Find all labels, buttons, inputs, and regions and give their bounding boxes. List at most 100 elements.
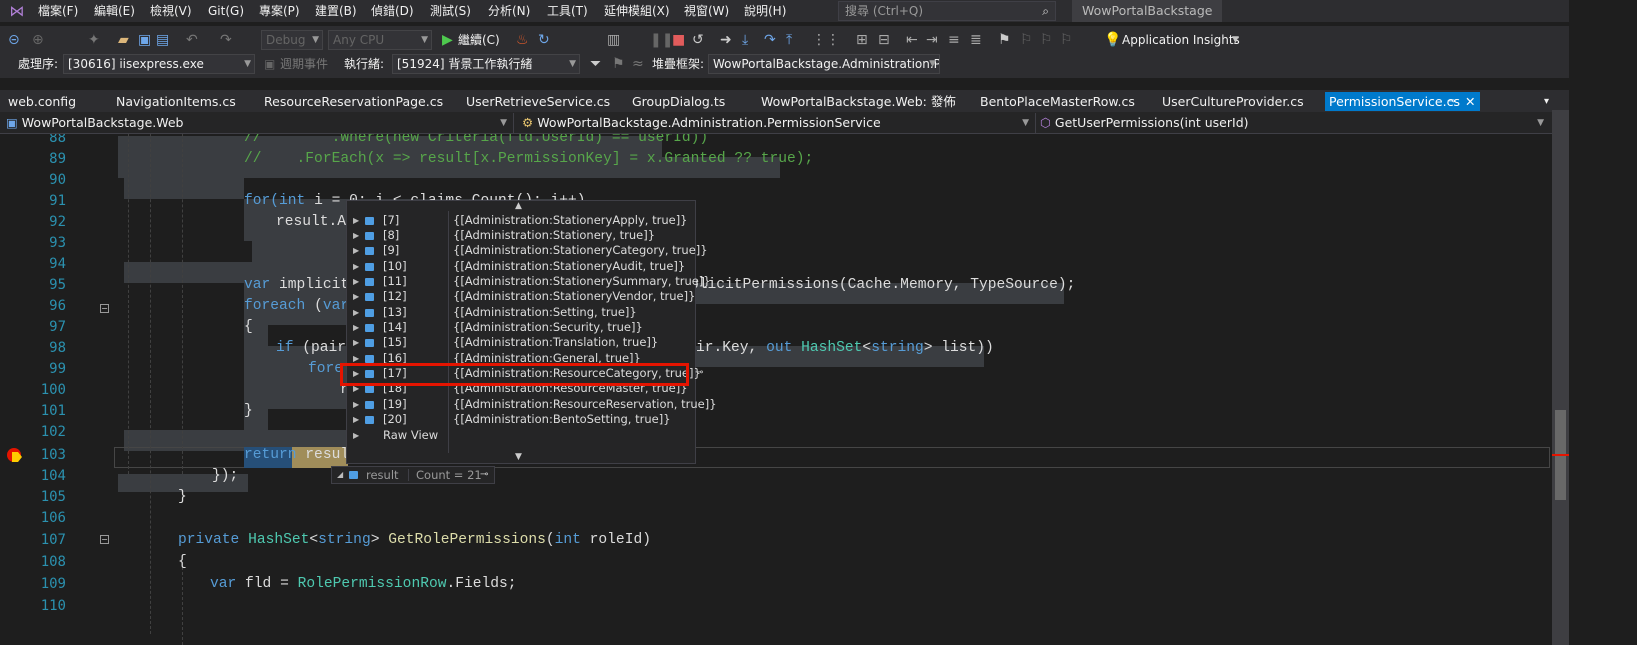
expand-icon[interactable]: ▶ <box>353 412 359 427</box>
tab-group-dialog[interactable]: GroupDialog.ts <box>632 92 725 111</box>
hot-reload-icon[interactable]: ♨ <box>516 31 529 49</box>
datatip-row[interactable]: ▶ [19] {[Administration:ResourceReservatio… <box>347 397 717 412</box>
lifecycle-events-button[interactable]: 週期事件 <box>280 55 328 73</box>
step-out-icon[interactable]: ⤒ <box>786 31 792 49</box>
tab-overflow-icon[interactable]: ▾ <box>1544 92 1549 111</box>
tab-user-culture-provider[interactable]: UserCultureProvider.cs <box>1162 92 1304 111</box>
back-icon[interactable]: ⊝ <box>8 31 20 49</box>
screenshot-icon[interactable]: ▥ <box>607 31 620 49</box>
scroll-down-icon[interactable]: ▼ <box>515 452 522 462</box>
pin-icon[interactable]: ⊸ <box>480 467 488 483</box>
prev-bookmark-icon[interactable]: ⚐ <box>1020 31 1033 49</box>
stop-icon[interactable]: ■ <box>672 31 685 49</box>
hex-display-icon[interactable]: ⋮⋮ <box>812 31 840 49</box>
menu-tools[interactable]: 工具(T) <box>547 3 588 19</box>
datatip-row[interactable]: ▶ [20] {[Administration:BentoSetting, true… <box>347 412 695 427</box>
datatip-row[interactable]: ▶ [10] {[Administration:StationeryAudit, t… <box>347 259 695 274</box>
result-datatip[interactable]: ◢ result Count = 21 ⊸ <box>331 466 495 484</box>
menu-help[interactable]: 說明(H) <box>744 3 786 19</box>
new-project-icon[interactable]: ✦ <box>88 31 100 49</box>
clear-bookmarks-icon[interactable]: ⚐ <box>1060 31 1073 49</box>
thread-dropdown[interactable]: [51924] 背景工作執行緒 ▼ <box>392 54 580 74</box>
menu-project[interactable]: 專案(P) <box>259 3 300 19</box>
datatip-row[interactable]: ▶ [9] {[Administration:StationeryCategory,… <box>347 243 708 258</box>
datatip-row[interactable]: ▶ [7] {[Administration:StationeryApply, tr… <box>347 213 695 228</box>
menu-window[interactable]: 視窗(W) <box>684 3 729 19</box>
datatip-row[interactable]: ▶ [14] {[Administration:Security, true]} <box>347 320 695 335</box>
expand-icon[interactable]: ▶ <box>353 305 359 320</box>
application-insights-button[interactable]: Application Insights <box>1122 31 1240 49</box>
menu-extensions[interactable]: 延伸模組(X) <box>604 3 670 19</box>
datatip-row[interactable]: ▶ [12] {[Administration:StationeryVendor, … <box>347 289 695 304</box>
indent-icon[interactable]: ⇥ <box>926 31 938 49</box>
comment-icon[interactable]: ≡ <box>948 31 960 49</box>
search-box[interactable]: 搜尋 (Ctrl+Q) ⌕ <box>838 1 1056 21</box>
redo-icon[interactable]: ↷ <box>220 31 232 49</box>
collapse-icon[interactable]: ◢ <box>337 467 343 483</box>
restart-icon[interactable]: ↻ <box>538 31 550 49</box>
process-dropdown[interactable]: [30616] iisexpress.exe ▼ <box>63 54 255 74</box>
stack-frame-dropdown[interactable]: WowPortalBackstage.Administration.Pe ▼ <box>708 54 940 74</box>
tab-web-publish[interactable]: WowPortalBackstage.Web: 發佈 <box>761 92 956 111</box>
expand-icon[interactable]: ▶ <box>353 335 359 350</box>
datatip-row[interactable]: ▶ [13] {[Administration:Setting, true]} <box>347 305 695 320</box>
platform-dropdown[interactable]: Any CPU ▼ <box>328 30 432 50</box>
expand-icon[interactable]: ▶ <box>353 243 359 258</box>
expand-icon[interactable]: ▶ <box>353 428 359 443</box>
step-over-icon[interactable]: ↷ <box>764 31 776 49</box>
thread-markers-icon[interactable]: ≈ <box>632 55 644 73</box>
tab-permission-service[interactable]: PermissionService.cs ⊸ ✕ <box>1325 92 1480 111</box>
code-editor[interactable]: − − 88 89 90 91 92 93 94 95 96 97 98 99 … <box>0 134 1637 645</box>
menu-build[interactable]: 建置(B) <box>315 3 357 19</box>
expand-icon[interactable]: ▶ <box>353 228 359 243</box>
pause-icon[interactable]: ❚❚ <box>650 31 673 49</box>
project-dropdown[interactable]: ▣ WowPortalBackstage.Web ▼ <box>6 113 514 133</box>
menu-file[interactable]: 檔案(F) <box>38 3 78 19</box>
save-icon[interactable]: ▣ <box>138 31 151 49</box>
show-next-statement-icon[interactable]: ➜ <box>720 31 732 49</box>
step-into-icon[interactable]: ⤓ <box>742 31 748 49</box>
menu-debug[interactable]: 偵錯(D) <box>371 3 414 19</box>
datatip-row[interactable]: ▶ [15] {[Administration:Translation, true]… <box>347 335 695 350</box>
menu-git[interactable]: Git(G) <box>208 3 244 19</box>
member-dropdown[interactable]: ⬡ GetUserPermissions(int userId) ▼ <box>1040 113 1550 133</box>
continue-icon[interactable]: ▶ <box>442 31 453 49</box>
vertical-scrollbar[interactable] <box>1552 110 1569 645</box>
tab-bento-place-master-row[interactable]: BentoPlaceMasterRow.cs <box>980 92 1135 111</box>
restart-debug-icon[interactable]: ↺ <box>692 31 704 49</box>
lifecycle-icon[interactable]: ▣ <box>264 55 275 73</box>
filter-icon[interactable]: ⏷ <box>590 55 601 73</box>
close-icon[interactable]: ✕ <box>1465 92 1475 111</box>
expand-icon[interactable]: ▶ <box>353 289 359 304</box>
collapse-icon[interactable]: − <box>100 304 109 313</box>
menu-view[interactable]: 檢視(V) <box>150 3 192 19</box>
datatip-popup[interactable]: ▲ ▶ [7] {[Administration:StationeryApply, … <box>346 200 717 464</box>
datatip-row[interactable]: ▶ [8] {[Administration:Stationery, true]} <box>347 228 695 243</box>
expand-icon[interactable]: ▶ <box>353 397 359 412</box>
chevron-down-icon[interactable]: ▼ <box>1232 31 1239 49</box>
bookmark-icon[interactable]: ⚑ <box>998 31 1011 49</box>
tab-web-config[interactable]: web.config <box>8 92 76 111</box>
locals-icon[interactable]: ⊟ <box>878 31 890 49</box>
tab-user-retrieve-service[interactable]: UserRetrieveService.cs <box>466 92 610 111</box>
collapse-icon[interactable]: − <box>100 535 109 544</box>
tab-navigation-items[interactable]: NavigationItems.cs <box>116 92 236 111</box>
expand-icon[interactable]: ▶ <box>353 320 359 335</box>
scroll-up-icon[interactable]: ▲ <box>515 201 522 211</box>
configuration-dropdown[interactable]: Debug ▼ <box>261 30 323 50</box>
menu-test[interactable]: 測試(S) <box>430 3 471 19</box>
expand-icon[interactable]: ▶ <box>353 274 359 289</box>
forward-icon[interactable]: ⊕ <box>32 31 44 49</box>
save-all-icon[interactable]: ▤ <box>156 31 169 49</box>
diagnostic-icon[interactable]: ⊞ <box>856 31 868 49</box>
menu-analyze[interactable]: 分析(N) <box>488 3 530 19</box>
expand-icon[interactable]: ▶ <box>353 259 359 274</box>
tab-resource-reservation-page[interactable]: ResourceReservationPage.cs <box>264 92 443 111</box>
datatip-raw-view[interactable]: ▶ Raw View <box>347 428 695 443</box>
expand-icon[interactable]: ▶ <box>353 213 359 228</box>
flag-threads-icon[interactable]: ⚑ <box>612 55 625 73</box>
outdent-icon[interactable]: ⇤ <box>906 31 918 49</box>
datatip-row[interactable]: ▶ [11] {[Administration:StationerySummary,… <box>347 274 711 289</box>
next-bookmark-icon[interactable]: ⚐ <box>1040 31 1053 49</box>
continue-button[interactable]: 繼續(C) <box>458 31 500 49</box>
